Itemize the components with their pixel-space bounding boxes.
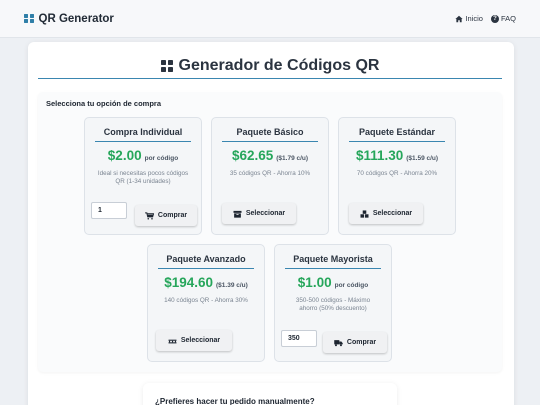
package-unit: por código — [144, 155, 179, 162]
select-button[interactable]: Seleccionar — [349, 203, 423, 224]
package-title: Paquete Avanzado — [158, 253, 254, 269]
select-button[interactable]: Seleccionar — [222, 203, 296, 224]
box-icon — [233, 210, 242, 218]
home-icon — [455, 15, 464, 22]
qr-code-icon — [24, 13, 34, 24]
quantity-input[interactable] — [91, 202, 127, 219]
package-price-row: $111.30 ($1.59 c/u) — [339, 148, 455, 163]
boxes-icon — [360, 209, 369, 218]
package-card-standard: Paquete Estándar $111.30 ($1.59 c/u) 70 … — [338, 117, 456, 235]
nav-home-label: Inicio — [465, 14, 483, 23]
nav-link-home[interactable]: Inicio — [455, 14, 483, 23]
package-description: 140 códigos QR - Ahorra 30% — [164, 297, 248, 304]
select-button-label: Seleccionar — [245, 210, 286, 217]
select-button[interactable]: Seleccionar — [156, 330, 232, 351]
purchase-options-panel: Selecciona tu opción de compra Compra In… — [38, 92, 502, 372]
package-title: Compra Individual — [95, 126, 191, 142]
buy-button[interactable]: Comprar — [323, 332, 387, 353]
package-price-row: $194.60 ($1.39 c/u) — [148, 275, 264, 290]
package-card-individual: Compra Individual $2.00 por código Ideal… — [84, 117, 202, 235]
package-title: Paquete Estándar — [349, 126, 445, 142]
manual-order-card: ¿Prefieres hacer tu pedido manualmente? — [143, 383, 397, 405]
buy-button[interactable]: Comprar — [135, 205, 197, 226]
package-card-wholesale: Paquete Mayorista $1.00 por código 350-5… — [274, 244, 392, 362]
page-title: Generador de Códigos QR — [178, 57, 380, 74]
buy-button-label: Comprar — [346, 339, 377, 346]
package-title: Paquete Básico — [222, 126, 318, 142]
package-description: Ideal si necesitas pocos códigos QR (1-3… — [97, 170, 189, 185]
package-unit: ($1.79 c/u) — [276, 155, 309, 162]
nav-links: Inicio ? FAQ — [455, 14, 516, 23]
manual-order-title: ¿Prefieres hacer tu pedido manualmente? — [155, 397, 315, 405]
nav-faq-label: FAQ — [500, 14, 516, 23]
package-title: Paquete Mayorista — [285, 253, 381, 269]
package-card-advanced: Paquete Avanzado $194.60 ($1.39 c/u) 140… — [147, 244, 265, 362]
nav-link-faq[interactable]: ? FAQ — [490, 14, 516, 23]
main-card: Generador de Códigos QR Selecciona tu op… — [28, 42, 514, 405]
package-price-row: $2.00 por código — [85, 148, 201, 163]
quantity-input[interactable] — [281, 330, 317, 347]
package-unit: ($1.39 c/u) — [216, 282, 248, 289]
brand[interactable]: QR Generator — [24, 13, 114, 25]
select-button-label: Seleccionar — [372, 210, 413, 217]
brand-name: QR Generator — [38, 12, 114, 25]
section-title: Selecciona tu opción de compra — [46, 99, 162, 108]
question-circle-icon: ? — [490, 14, 499, 23]
package-unit: por código — [334, 282, 369, 289]
package-unit: ($1.59 c/u) — [406, 155, 439, 162]
package-card-basic: Paquete Básico $62.65 ($1.79 c/u) 35 cód… — [211, 117, 329, 235]
top-navbar: QR Generator Inicio ? FAQ — [0, 0, 540, 38]
package-price-row: $1.00 por código — [275, 275, 391, 290]
package-price: $2.00 — [107, 148, 142, 163]
package-price: $1.00 — [297, 275, 332, 290]
page-header: Generador de Códigos QR — [38, 54, 502, 79]
select-button-label: Seleccionar — [180, 337, 221, 344]
package-description: 35 códigos QR - Ahorra 10% — [229, 170, 311, 177]
truck-icon — [334, 339, 343, 346]
package-description: 350-500 códigos - Máximo ahorro (50% des… — [295, 297, 371, 312]
package-description: 70 códigos QR - Ahorra 20% — [356, 170, 438, 177]
pallet-icon — [168, 339, 177, 343]
qr-code-icon — [160, 60, 173, 72]
package-price: $62.65 — [231, 148, 274, 163]
cart-icon — [144, 211, 154, 220]
package-price: $111.30 — [355, 148, 404, 163]
package-price-row: $62.65 ($1.79 c/u) — [212, 148, 328, 163]
buy-button-label: Comprar — [157, 212, 188, 219]
package-price: $194.60 — [164, 275, 213, 290]
